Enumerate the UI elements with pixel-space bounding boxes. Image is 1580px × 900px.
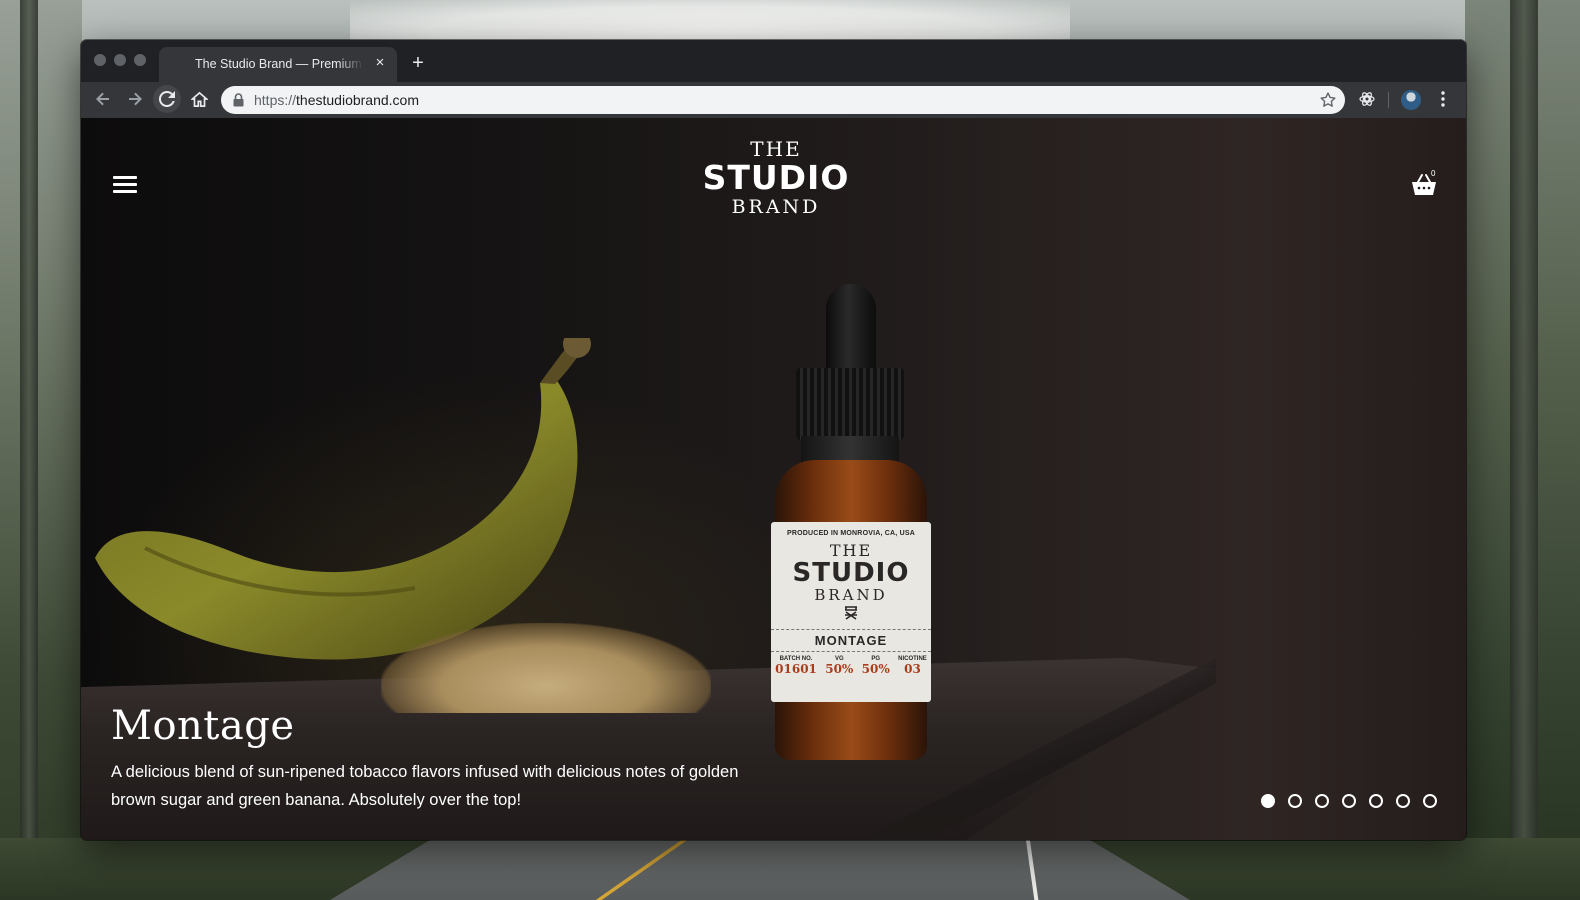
tab-close-icon[interactable]: × — [371, 54, 389, 72]
site-logo[interactable]: THE STUDIO BRAND — [686, 138, 866, 230]
avatar[interactable] — [1401, 90, 1421, 110]
logo-line-brand: BRAND — [731, 196, 821, 218]
tab-title: The Studio Brand — Premium Tobacco — [195, 57, 363, 71]
cart-count-badge: 0 — [1431, 169, 1436, 178]
url-host: thestudiobrand.com — [296, 92, 419, 108]
bottle-label: PRODUCED IN MONROVIA, CA, USA THE STUDIO… — [771, 522, 931, 702]
dropper-cap — [796, 368, 904, 440]
reload-icon — [159, 91, 175, 107]
hero-description: A delicious blend of sun-ripened tobacco… — [111, 763, 739, 809]
brown-sugar-pile — [381, 623, 711, 713]
label-brand: BRAND — [814, 586, 888, 604]
window-zoom-button[interactable] — [134, 54, 146, 66]
forest-left — [0, 0, 82, 900]
tab-strip: The Studio Brand — Premium Tobacco × + — [81, 40, 1466, 82]
window-close-button[interactable] — [94, 54, 106, 66]
back-button[interactable] — [89, 85, 117, 113]
star-icon[interactable] — [1319, 91, 1337, 109]
label-origin: PRODUCED IN MONROVIA, CA, USA — [787, 530, 915, 537]
road — [330, 838, 1190, 900]
tab-active[interactable]: The Studio Brand — Premium Tobacco × — [159, 47, 397, 82]
hamburger-menu-button[interactable] — [113, 176, 137, 194]
slider-dot-3[interactable] — [1315, 794, 1329, 808]
browser-toolbar: https://thestudiobrand.com — [81, 82, 1466, 118]
home-icon — [190, 91, 208, 107]
tree-trunk — [1510, 0, 1538, 900]
label-flavor: MONTAGE — [771, 629, 931, 652]
label-spec: NICOTINE 03 — [898, 656, 927, 676]
browser-window: The Studio Brand — Premium Tobacco × + h… — [81, 40, 1466, 840]
tree-trunk — [20, 0, 38, 900]
logo-line-studio: STUDIO — [702, 158, 850, 197]
slider-dot-4[interactable] — [1342, 794, 1356, 808]
label-spec: VG 50% — [825, 656, 854, 676]
page-viewport: PRODUCED IN MONROVIA, CA, USA THE STUDIO… — [81, 118, 1466, 840]
slider-dot-2[interactable] — [1288, 794, 1302, 808]
directors-chair-icon — [771, 606, 931, 623]
browser-menu-button[interactable] — [1429, 85, 1457, 113]
new-tab-button[interactable]: + — [407, 52, 429, 74]
label-spec: PG 50% — [861, 656, 890, 676]
dropper-bulb — [826, 284, 876, 376]
home-button[interactable] — [185, 85, 213, 113]
label-studio: STUDIO — [792, 558, 910, 588]
extension-icon — [1359, 92, 1375, 106]
hero-title: Montage — [111, 703, 295, 749]
label-spec: BATCH NO. 01601 — [775, 656, 817, 676]
window-minimize-button[interactable] — [114, 54, 126, 66]
url-scheme: https:// — [254, 92, 297, 108]
extension-button[interactable] — [1353, 85, 1381, 113]
menu-icon — [1441, 91, 1445, 107]
lock-icon — [233, 93, 244, 107]
forward-button[interactable] — [121, 85, 149, 113]
slider-dot-1[interactable] — [1261, 794, 1275, 808]
forward-icon — [129, 92, 142, 106]
slider-dot-7[interactable] — [1423, 794, 1437, 808]
url-text: https://thestudiobrand.com — [254, 92, 419, 108]
logo-line-the: THE — [750, 137, 802, 161]
reload-button[interactable] — [153, 85, 181, 113]
address-bar[interactable]: https://thestudiobrand.com — [221, 86, 1345, 114]
product-bottle-image: PRODUCED IN MONROVIA, CA, USA THE STUDIO… — [771, 284, 931, 764]
toolbar-divider — [1388, 92, 1389, 108]
hamburger-icon — [113, 176, 137, 179]
back-icon — [96, 92, 109, 106]
slider-dots — [1261, 794, 1437, 808]
label-specs: BATCH NO. 01601 VG 50% PG 50% NICOTINE 03 — [771, 656, 931, 676]
slider-dot-6[interactable] — [1396, 794, 1410, 808]
slider-dot-5[interactable] — [1369, 794, 1383, 808]
